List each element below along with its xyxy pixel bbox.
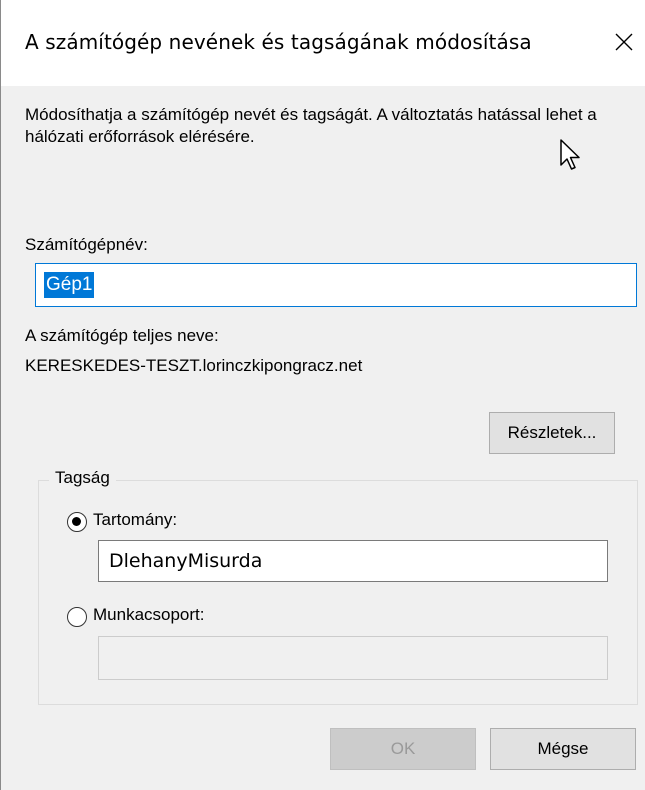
dialog-title: A számítógép nevének és tagságának módos… xyxy=(25,30,532,54)
full-name-value: KERESKEDES-TESZT.lorinczkipongracz.net xyxy=(25,356,363,375)
title-bar: A számítógép nevének és tagságának módos… xyxy=(1,0,645,86)
domain-value: DlehanyMisurda xyxy=(109,550,263,572)
ok-button[interactable]: OK xyxy=(330,728,476,770)
domain-radio[interactable] xyxy=(67,512,87,532)
mouse-pointer-icon xyxy=(559,138,583,177)
cancel-button[interactable]: Mégse xyxy=(490,728,636,770)
computer-name-value: Gép1 xyxy=(44,272,95,298)
full-name-label: A számítógép teljes neve: xyxy=(25,326,219,345)
domain-input[interactable]: DlehanyMisurda xyxy=(98,540,608,582)
membership-legend: Tagság xyxy=(49,468,116,488)
computer-name-input[interactable]: Gép1 xyxy=(35,263,637,307)
workgroup-label[interactable]: Munkacsoport: xyxy=(93,605,205,625)
close-button[interactable] xyxy=(601,18,645,66)
dialog-description: Módosíthatja a számítógép nevét és tagsá… xyxy=(25,105,597,146)
computer-name-label: Számítógépnév: xyxy=(25,235,148,254)
details-button[interactable]: Részletek... xyxy=(489,412,615,454)
change-computer-name-dialog: A számítógép nevének és tagságának módos… xyxy=(0,0,645,790)
workgroup-radio[interactable] xyxy=(67,607,87,627)
close-icon xyxy=(615,33,632,51)
workgroup-input[interactable] xyxy=(98,636,608,680)
domain-label[interactable]: Tartomány: xyxy=(93,510,177,530)
